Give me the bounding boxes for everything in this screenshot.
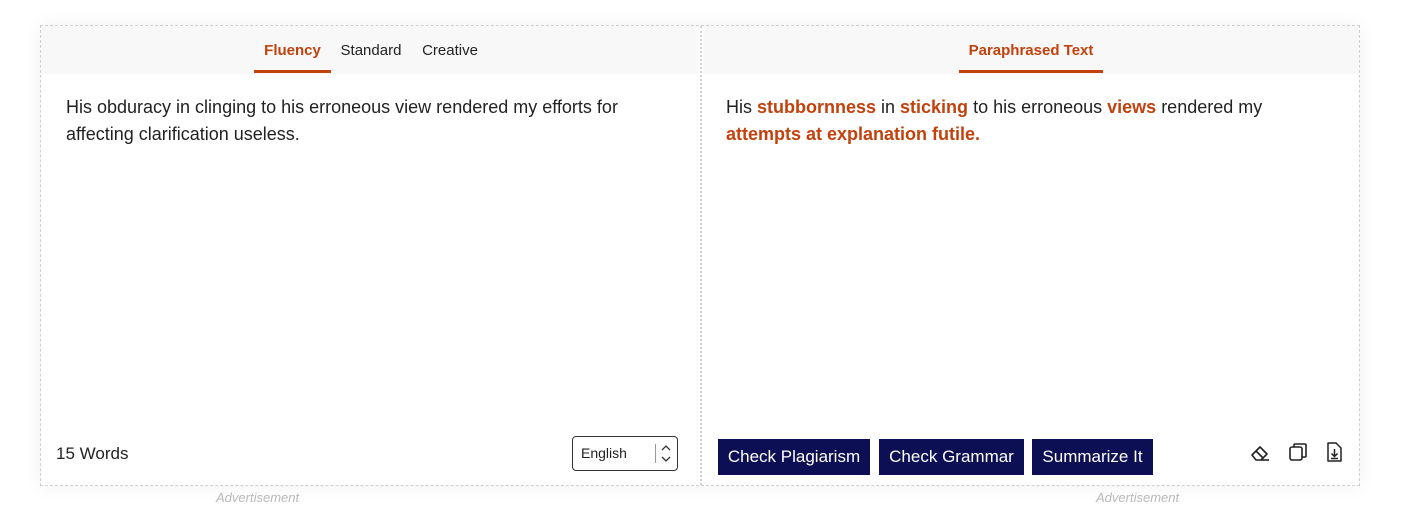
panel-divider (700, 26, 702, 485)
advertisement-label-left: Advertisement (216, 490, 300, 505)
paraphrased-output-text: His stubbornness in sticking to his erro… (726, 94, 1326, 148)
download-icon[interactable] (1323, 441, 1345, 463)
copy-icon[interactable] (1287, 441, 1309, 463)
tab-creative[interactable]: Creative (416, 26, 484, 74)
input-text-area[interactable]: His obduracy in clinging to his erroneou… (66, 94, 666, 148)
advertisement-label-right: Advertisement (1096, 490, 1180, 505)
check-plagiarism-button[interactable]: Check Plagiarism (718, 439, 870, 475)
chevron-up-down-icon (661, 445, 671, 462)
changed-word[interactable]: views (1107, 97, 1156, 117)
tab-fluency[interactable]: Fluency (254, 26, 331, 74)
output-text-segment: in (876, 97, 901, 117)
output-text-segment: rendered my (1156, 97, 1263, 117)
tab-paraphrased-text[interactable]: Paraphrased Text (959, 26, 1103, 74)
eraser-icon[interactable] (1249, 441, 1271, 463)
language-select[interactable]: English (572, 436, 678, 471)
output-text-segment: to his erroneous (968, 97, 1108, 117)
select-separator (655, 444, 656, 463)
word-count: 15 Words (56, 444, 129, 463)
changed-word[interactable]: attempts at explanation futile. (726, 124, 980, 144)
output-panel: Paraphrased Text His stubbornness in sti… (703, 26, 1359, 485)
tab-standard[interactable]: Standard (336, 26, 406, 74)
summarize-button[interactable]: Summarize It (1032, 439, 1153, 475)
changed-word[interactable]: stubbornness (757, 97, 876, 117)
input-panel: Fluency Standard Creative His obduracy i… (41, 26, 699, 485)
language-select-value: English (581, 445, 627, 461)
output-text-segment: His (726, 97, 757, 117)
check-grammar-button[interactable]: Check Grammar (879, 439, 1024, 475)
changed-word[interactable]: sticking (900, 97, 968, 117)
output-tab-bar: Paraphrased Text (703, 26, 1359, 74)
mode-tab-bar: Fluency Standard Creative (41, 26, 699, 74)
